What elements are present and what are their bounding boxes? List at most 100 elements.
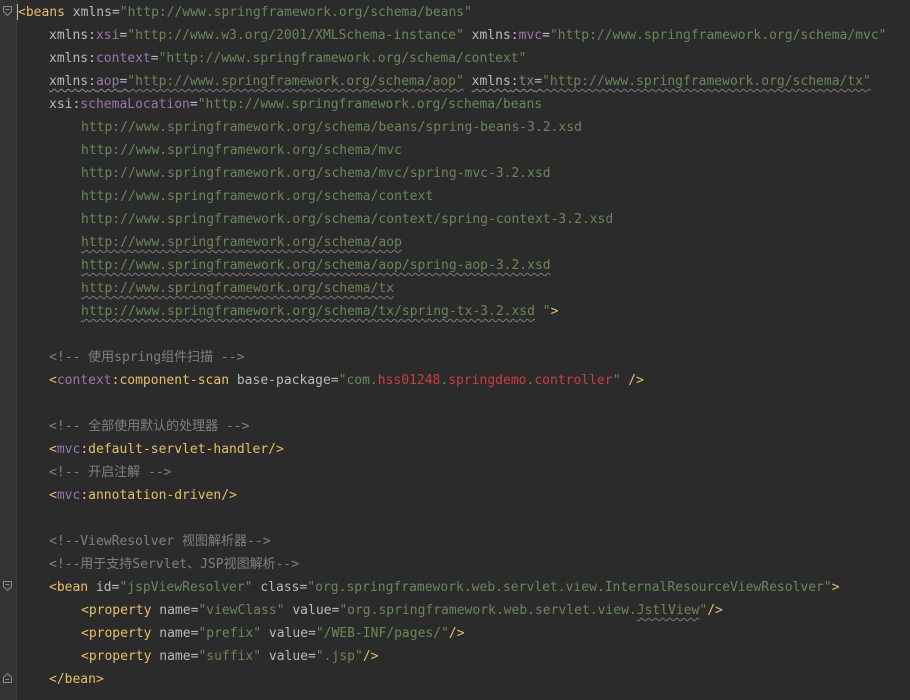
attr-value: "suffix" [198,649,262,664]
tag-bracket: < [49,373,57,388]
tag-bracket: /> [362,649,379,664]
attr-equals: = [189,97,198,112]
attr-value: ".jsp" [315,649,363,664]
attr-name: id [95,580,112,595]
tag-bracket: </ [49,672,65,687]
tag-bracket: < [49,580,57,595]
code-line-3: xmlns:context="http://www.springframewor… [49,47,526,70]
code-line-11: http://www.springframework.org/schema/ao… [81,235,402,250]
code-line-12: http://www.springframework.org/schema/ao… [81,258,551,273]
code-line-14: http://www.springframework.org/schema/tx… [81,300,558,323]
tag-name: annotation-driven [88,488,222,503]
attr-name: value [268,626,309,641]
code-line-26: <bean id="jspViewResolver" class="org.sp… [49,576,840,599]
tag-name: property [88,626,152,641]
attr-value: "prefix" [198,626,262,641]
code-line-27: <property name="viewClass" value="org.sp… [81,599,723,622]
code-line-9: http://www.springframework.org/schema/co… [81,189,434,204]
attr-namespace: schemaLocation [80,97,190,112]
attr-namespace: context [95,51,151,66]
attr-prefix: xmlns [49,28,89,43]
attr-equals: = [111,5,120,20]
tag-bracket: < [81,649,89,664]
code-comment: <!-- 全部使用默认的处理器 --> [49,419,250,434]
attr-value: "http://www.springframework.org/schema/m… [549,28,887,43]
attr-value-warning: JstlView [636,603,700,618]
attr-prefix: xsi [49,97,73,112]
attr-value: "http://www.springframework.org/schema/b… [119,5,472,20]
attr-colon: : [510,74,519,89]
attr-value: "viewClass" [198,603,285,618]
code-comment: <!--用于支持Servlet、JSP视图解析--> [49,557,300,572]
attr-equals: = [534,74,543,89]
tag-bracket: < [49,442,57,457]
code-line-7: http://www.springframework.org/schema/mv… [81,143,402,158]
tag-bracket: < [81,603,89,618]
tag-bracket: /> [268,442,284,457]
attr-equals: = [330,373,339,388]
attr-value: "/WEB-INF/pages/" [315,626,449,641]
code-editor[interactable]: <beans xmlns="http://www.springframework… [0,0,910,700]
tag-namespace: mvc [56,488,81,503]
attr-quote: " [699,603,708,618]
tag-bracket: /> [448,626,465,641]
tag-bracket: < [81,626,89,641]
code-line-17: <context:component-scan base-package="co… [49,369,644,392]
attr-value: "http://www.springframework.org/schema/c… [158,51,527,66]
tag-name: default-servlet-handler [88,442,269,457]
attr-name: base-package [236,373,331,388]
tag-bracket: > [550,304,559,319]
code-line-29: <property name="suffix" value=".jsp"/> [81,645,378,668]
attr-equals: = [150,51,159,66]
attr-value-highlight: springdemo [448,373,527,388]
attr-prefix: xmlns [471,28,511,43]
code-comment: <!-- 使用spring组件扫描 --> [49,350,245,365]
attr-name: name [159,603,191,618]
fold-close-icon[interactable] [3,673,12,683]
code-line-6: http://www.springframework.org/schema/be… [81,120,582,135]
fold-open-icon[interactable] [3,581,12,591]
attr-name: name [159,649,191,664]
editor-gutter [0,0,17,700]
code-line-2: xmlns:xsi="http://www.w3.org/2001/XMLSch… [49,24,886,47]
attr-colon: : [88,74,96,89]
attr-value: http://www.springframework.org/schema/tx… [81,304,535,319]
attr-name: name [159,626,191,641]
tag-name: property [88,649,152,664]
attr-prefix: xmlns [471,74,511,89]
attr-equals: = [542,28,550,43]
attr-value: com. [346,373,378,388]
tag-bracket: < [49,488,57,503]
tag-name: bean [64,672,96,687]
attr-value: "jspViewResolver" [119,580,253,595]
tag-bracket: /> [620,373,644,388]
attr-name: value [292,603,332,618]
code-line-8: http://www.springframework.org/schema/mv… [81,166,551,181]
code-line-1: <beans xmlns="http://www.springframework… [18,1,472,24]
attr-equals: = [308,649,316,664]
attr-value: "http://www.springframework.org/schema/a… [127,74,464,89]
tag-name: beans [25,5,65,20]
attr-namespace: mvc [518,28,543,43]
attr-value: "org.springframework.web.servlet.view.In… [307,580,832,595]
code-line-20: <mvc:default-servlet-handler/> [49,438,284,461]
attr-colon: : [88,51,96,66]
code-line-4: xmlns:aop="http://www.springframework.or… [49,70,871,93]
attr-namespace: aop [95,74,120,89]
attr-namespace: xsi [95,28,120,43]
tag-bracket: /> [221,488,237,503]
tag-bracket: < [18,5,26,20]
code-line-30: </bean> [49,668,104,691]
attr-value-highlight: hss01248 [377,373,441,388]
code-comment: <!--ViewResolver 视图解析器--> [49,534,271,549]
attr-name: value [268,649,309,664]
code-line-5: xsi:schemaLocation="http://www.springfra… [49,93,542,116]
tag-name: property [88,603,152,618]
attr-value: "org.springframework.web.servlet.view. [339,603,637,618]
code-area[interactable]: <beans xmlns="http://www.springframework… [18,0,910,700]
tag-colon: : [80,488,89,503]
attr-colon: : [510,28,519,43]
fold-open-icon[interactable] [3,6,12,16]
tag-namespace: context [56,373,112,388]
tag-name: component-scan [119,373,230,388]
